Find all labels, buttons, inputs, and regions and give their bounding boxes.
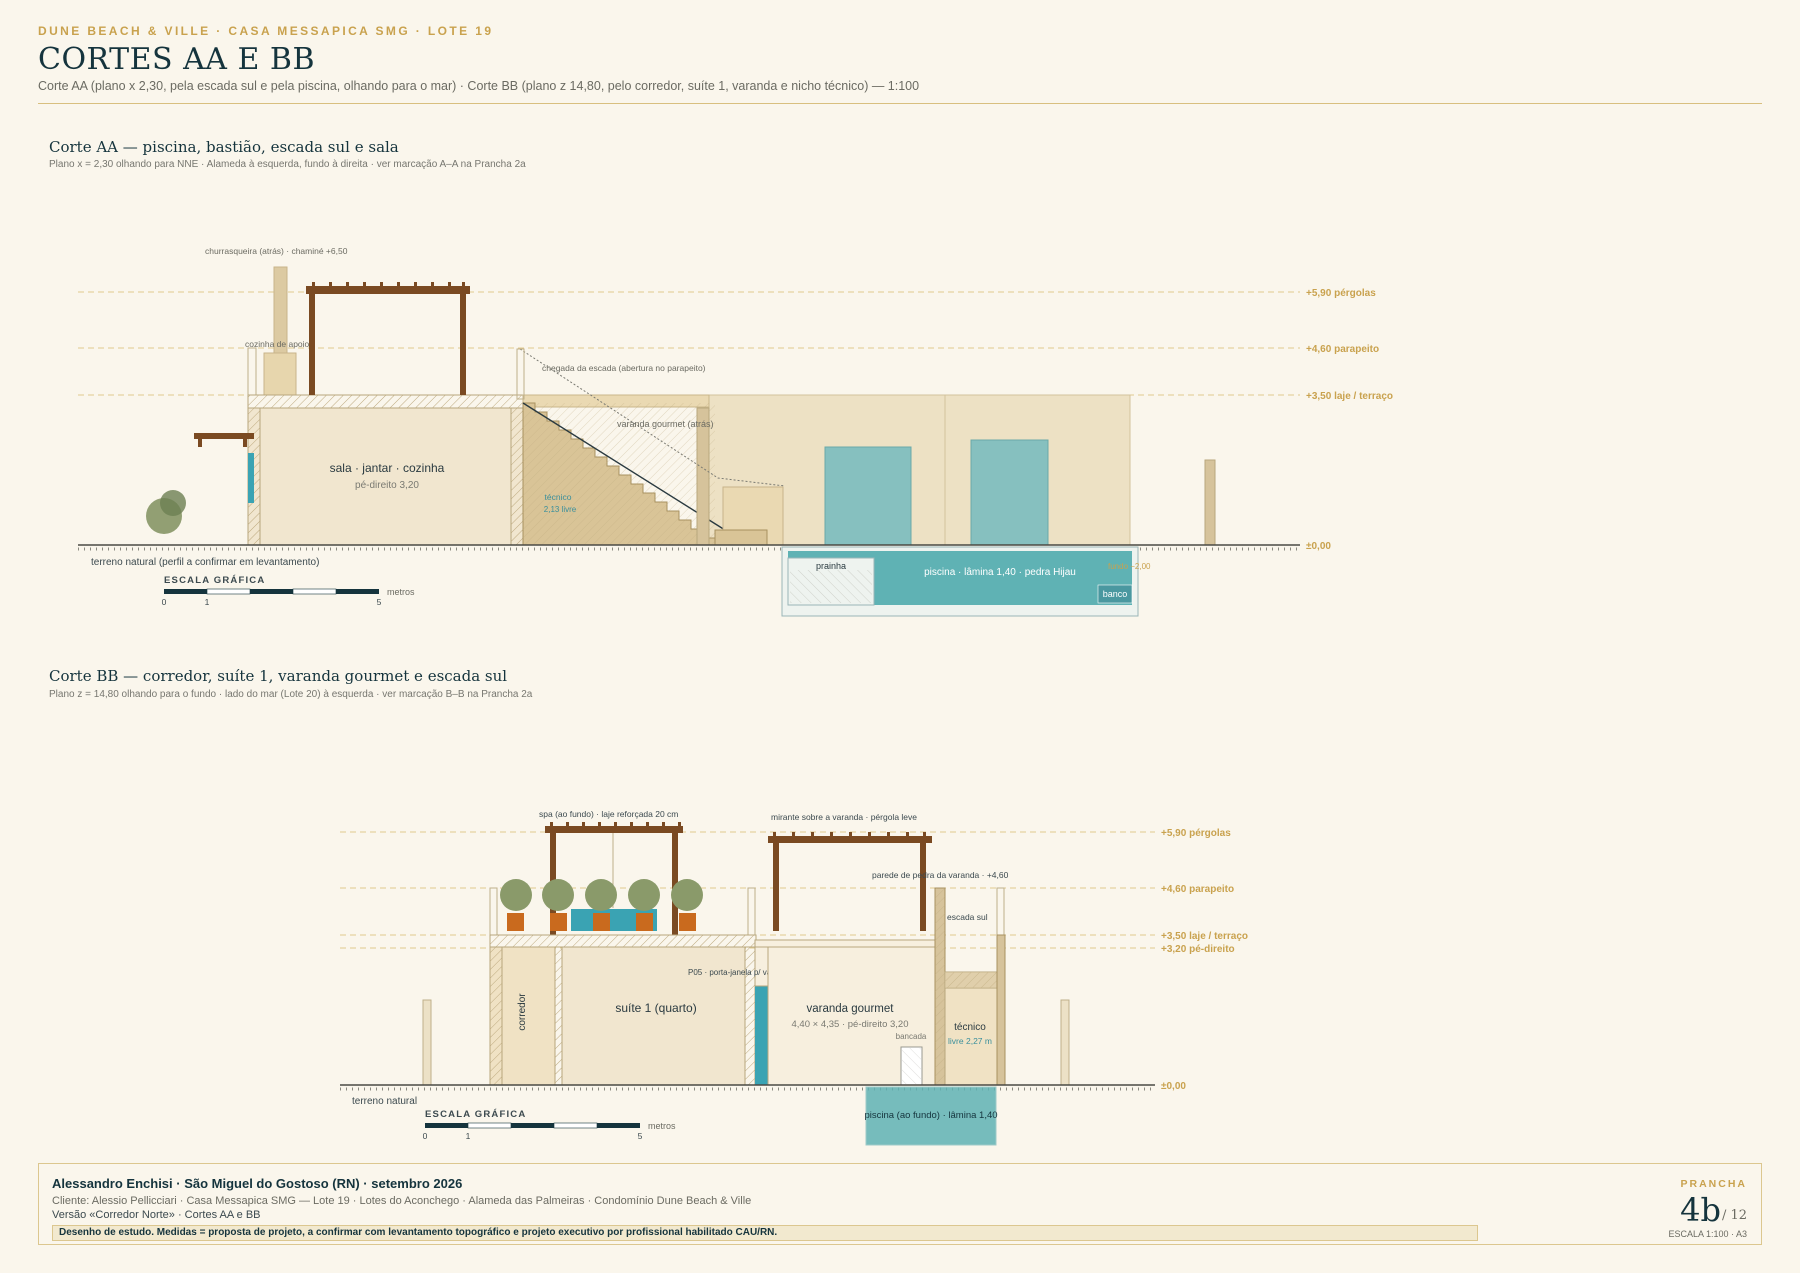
roof-slab-bb: [489, 934, 757, 948]
section-bb-drawing: +5,90 pérgolas +4,60 parapeito +3,50 laj…: [340, 809, 1248, 1146]
disclaimer-note: Desenho de estudo. Medidas = proposta de…: [52, 1225, 1478, 1241]
label-chegada: chegada da escada (abertura no parapeito…: [542, 363, 706, 373]
window-aa-2: [970, 439, 1049, 546]
label-escada-sul: escada sul: [947, 912, 988, 922]
scale-note: ESCALA 1:100 · A3: [1668, 1229, 1747, 1239]
level-label-parapeito-bb: +4,60 parapeito: [1161, 884, 1234, 895]
scale-tick-5-bb: 5: [638, 1131, 643, 1141]
scale-unit-aa: metros: [387, 587, 415, 597]
label-prainha: prainha: [816, 561, 846, 571]
version-line: Versão «Corredor Norte» · Cortes AA e BB: [52, 1209, 261, 1221]
label-pe-direito: pé-direito 3,20: [355, 480, 419, 491]
scale-tick-0-bb: 0: [423, 1131, 428, 1141]
scale-tick-5-aa: 5: [377, 597, 382, 607]
parapet-left: [247, 347, 257, 396]
glass-door-aa: [248, 453, 254, 503]
label-piscina-bb: piscina (ao fundo) · lâmina 1,40: [864, 1110, 997, 1121]
prancha-number: 4b: [1680, 1191, 1721, 1229]
section-aa-drawing: +5,90 pérgolas +4,60 parapeito +3,50 laj…: [78, 246, 1393, 617]
label-terreno-aa: terreno natural (perfil a confirmar em l…: [91, 557, 319, 568]
label-varanda-dim: 4,40 × 4,35 · pé-direito 3,20: [792, 1019, 909, 1030]
title-block: Alessandro Enchisi · São Miguel do Gosto…: [38, 1163, 1762, 1245]
label-piscina-aa: piscina · lâmina 1,40 · pedra Hijau: [924, 567, 1076, 578]
level-label-pe-direito-bb: +3,20 pé-direito: [1161, 944, 1235, 955]
glass-door-bb: [755, 986, 768, 1085]
level-label-parapeito: +4,60 parapeito: [1306, 344, 1379, 355]
label-tecnico-aa: técnico: [545, 492, 572, 502]
post-left-bb: [422, 999, 432, 1086]
roof-slab-aa: [247, 394, 524, 409]
scale-label-bb: ESCALA GRÁFICA: [425, 1109, 526, 1120]
pergola-mirante: [768, 836, 932, 843]
label-corredor: corredor: [517, 993, 528, 1031]
label-suite: suíte 1 (quarto): [615, 1001, 696, 1015]
level-label-pergola: +5,90 pérgolas: [1306, 288, 1376, 299]
client-line: Cliente: Alessio Pellicciari · Casa Mess…: [52, 1195, 752, 1207]
level-label-zero-bb: ±0,00: [1161, 1081, 1186, 1092]
label-parede: parede de pedra da varanda · +4,60: [872, 870, 1009, 880]
scale-tick-1-bb: 1: [466, 1131, 471, 1141]
prancha-total: / 12: [1721, 1208, 1747, 1223]
label-tecnico-livre-bb: livre 2,27 m: [948, 1036, 992, 1046]
column-aa: [1204, 459, 1216, 546]
level-label-laje: +3,50 laje / terraço: [1306, 391, 1393, 402]
label-terreno-bb: terreno natural: [352, 1096, 417, 1107]
label-mirante: mirante sobre a varanda · pérgola leve: [771, 812, 917, 822]
label-varanda-bb: varanda gourmet: [807, 1003, 895, 1015]
label-tecnico-livre-aa: 2,13 livre: [544, 505, 577, 514]
scale-tick-1-aa: 1: [205, 597, 210, 607]
small-pergola: [194, 433, 254, 439]
label-tecnico-bb: técnico: [954, 1022, 986, 1033]
label-banco: banco: [1103, 589, 1128, 599]
prancha-label: PRANCHA: [1680, 1178, 1747, 1190]
author-line: Alessandro Enchisi · São Miguel do Gosto…: [52, 1176, 463, 1191]
label-fundo: fundo −2,00: [1108, 562, 1151, 571]
label-churrasqueira: churrasqueira (atrás) · chaminé +6,50: [205, 246, 348, 256]
sala-room: [247, 407, 524, 546]
scale-bar-bb: [425, 1122, 640, 1129]
scale-tick-0-aa: 0: [162, 597, 167, 607]
scale-unit-bb: metros: [648, 1121, 676, 1131]
label-bancada: bancada: [896, 1032, 927, 1041]
window-aa-1: [824, 446, 912, 546]
label-varanda-aa: varanda gourmet (atrás): [617, 419, 714, 429]
level-label-pergola-bb: +5,90 pérgolas: [1161, 828, 1231, 839]
label-sala: sala · jantar · cozinha: [330, 461, 445, 475]
post-right-bb: [1060, 999, 1070, 1086]
label-spa: spa (ao fundo) · laje reforçada 20 cm: [539, 809, 678, 819]
scale-bar-aa: [164, 588, 379, 595]
section-drawings: +5,90 pérgolas +4,60 parapeito +3,50 laj…: [78, 246, 1393, 1146]
cozinha-apoio-block: [263, 352, 297, 396]
scale-label-aa: ESCALA GRÁFICA: [164, 575, 265, 586]
level-label-laje-bb: +3,50 laje / terraço: [1161, 931, 1248, 942]
level-label-zero: ±0,00: [1306, 541, 1331, 552]
pergola-spa: [545, 826, 683, 833]
